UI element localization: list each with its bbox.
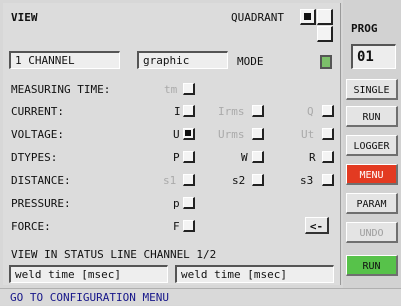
distance-label: DISTANCE: xyxy=(11,174,71,187)
force-checkbox[interactable] xyxy=(183,220,195,232)
irms-checkbox[interactable] xyxy=(252,105,264,117)
urms-label: Urms xyxy=(218,128,245,141)
status-channel-2-field[interactable]: weld time [msec] xyxy=(175,265,334,283)
side-panel: PROG 01 SINGLE RUN LOGGER MENU PARAM UND… xyxy=(343,0,401,288)
run-green-button[interactable]: RUN xyxy=(346,255,398,276)
quadrant-cell-top-right[interactable] xyxy=(317,9,333,25)
quadrant-cell-top-left[interactable] xyxy=(300,9,316,25)
ut-label: Ut xyxy=(301,128,315,141)
measuring-time-label: MEASURING TIME: xyxy=(11,83,111,96)
pressure-checkbox[interactable] xyxy=(183,197,195,209)
r-checkbox[interactable] xyxy=(322,151,334,163)
q-checkbox[interactable] xyxy=(322,105,334,117)
force-f-label: F xyxy=(173,220,180,233)
force-label: FORCE: xyxy=(11,220,51,233)
i-checkbox[interactable] xyxy=(183,105,195,117)
status-channel-1-field[interactable]: weld time [msec] xyxy=(9,265,168,283)
w-label: W xyxy=(241,151,248,164)
quadrant-label: QUADRANT xyxy=(231,11,284,24)
s1-label: s1 xyxy=(163,174,177,187)
u-label: U xyxy=(173,128,180,141)
q-label: Q xyxy=(307,105,314,118)
prog-title: PROG xyxy=(351,22,378,35)
single-button[interactable]: SINGLE xyxy=(346,79,398,100)
back-button[interactable]: <- xyxy=(305,217,329,234)
pressure-p-label: p xyxy=(173,197,180,210)
current-label: CURRENT: xyxy=(11,105,64,118)
tm-checkbox[interactable] xyxy=(183,83,195,95)
urms-checkbox[interactable] xyxy=(252,128,264,140)
s2-checkbox[interactable] xyxy=(252,174,264,186)
r-label: R xyxy=(309,151,316,164)
menu-button[interactable]: MENU xyxy=(346,164,398,185)
status-line-label: VIEW IN STATUS LINE CHANNEL 1/2 xyxy=(11,248,217,261)
quadrant-selector[interactable] xyxy=(300,9,334,43)
tm-label: tm xyxy=(164,83,178,96)
w-checkbox[interactable] xyxy=(252,151,264,163)
undo-button[interactable]: UNDO xyxy=(346,222,398,243)
s1-checkbox[interactable] xyxy=(183,174,195,186)
footer-status-text: GO TO CONFIGURATION MENU xyxy=(0,288,401,305)
logger-button[interactable]: LOGGER xyxy=(346,135,398,156)
view-panel: VIEW QUADRANT 1 CHANNEL graphic MODE MEA… xyxy=(3,3,341,285)
u-checkbox[interactable] xyxy=(183,128,195,140)
s3-label: s3 xyxy=(300,174,314,187)
s2-label: s2 xyxy=(232,174,246,187)
ut-checkbox[interactable] xyxy=(322,128,334,140)
irms-label: Irms xyxy=(218,105,245,118)
view-title: VIEW xyxy=(11,11,38,24)
quadrant-cell-bottom-right[interactable] xyxy=(317,26,333,42)
channel-select[interactable]: 1 CHANNEL xyxy=(9,51,120,69)
prog-number-field[interactable]: 01 xyxy=(351,44,396,69)
dtypes-label: DTYPES: xyxy=(11,151,58,164)
p-checkbox[interactable] xyxy=(183,151,195,163)
pressure-label: PRESSURE: xyxy=(11,197,71,210)
i-label: I xyxy=(174,105,181,118)
param-button[interactable]: PARAM xyxy=(346,193,398,214)
run-button[interactable]: RUN xyxy=(346,106,398,127)
p-label: P xyxy=(173,151,180,164)
s3-checkbox[interactable] xyxy=(322,174,334,186)
mode-label: MODE xyxy=(237,55,264,68)
display-select[interactable]: graphic xyxy=(137,51,228,69)
mode-indicator[interactable] xyxy=(320,55,332,69)
voltage-label: VOLTAGE: xyxy=(11,128,64,141)
